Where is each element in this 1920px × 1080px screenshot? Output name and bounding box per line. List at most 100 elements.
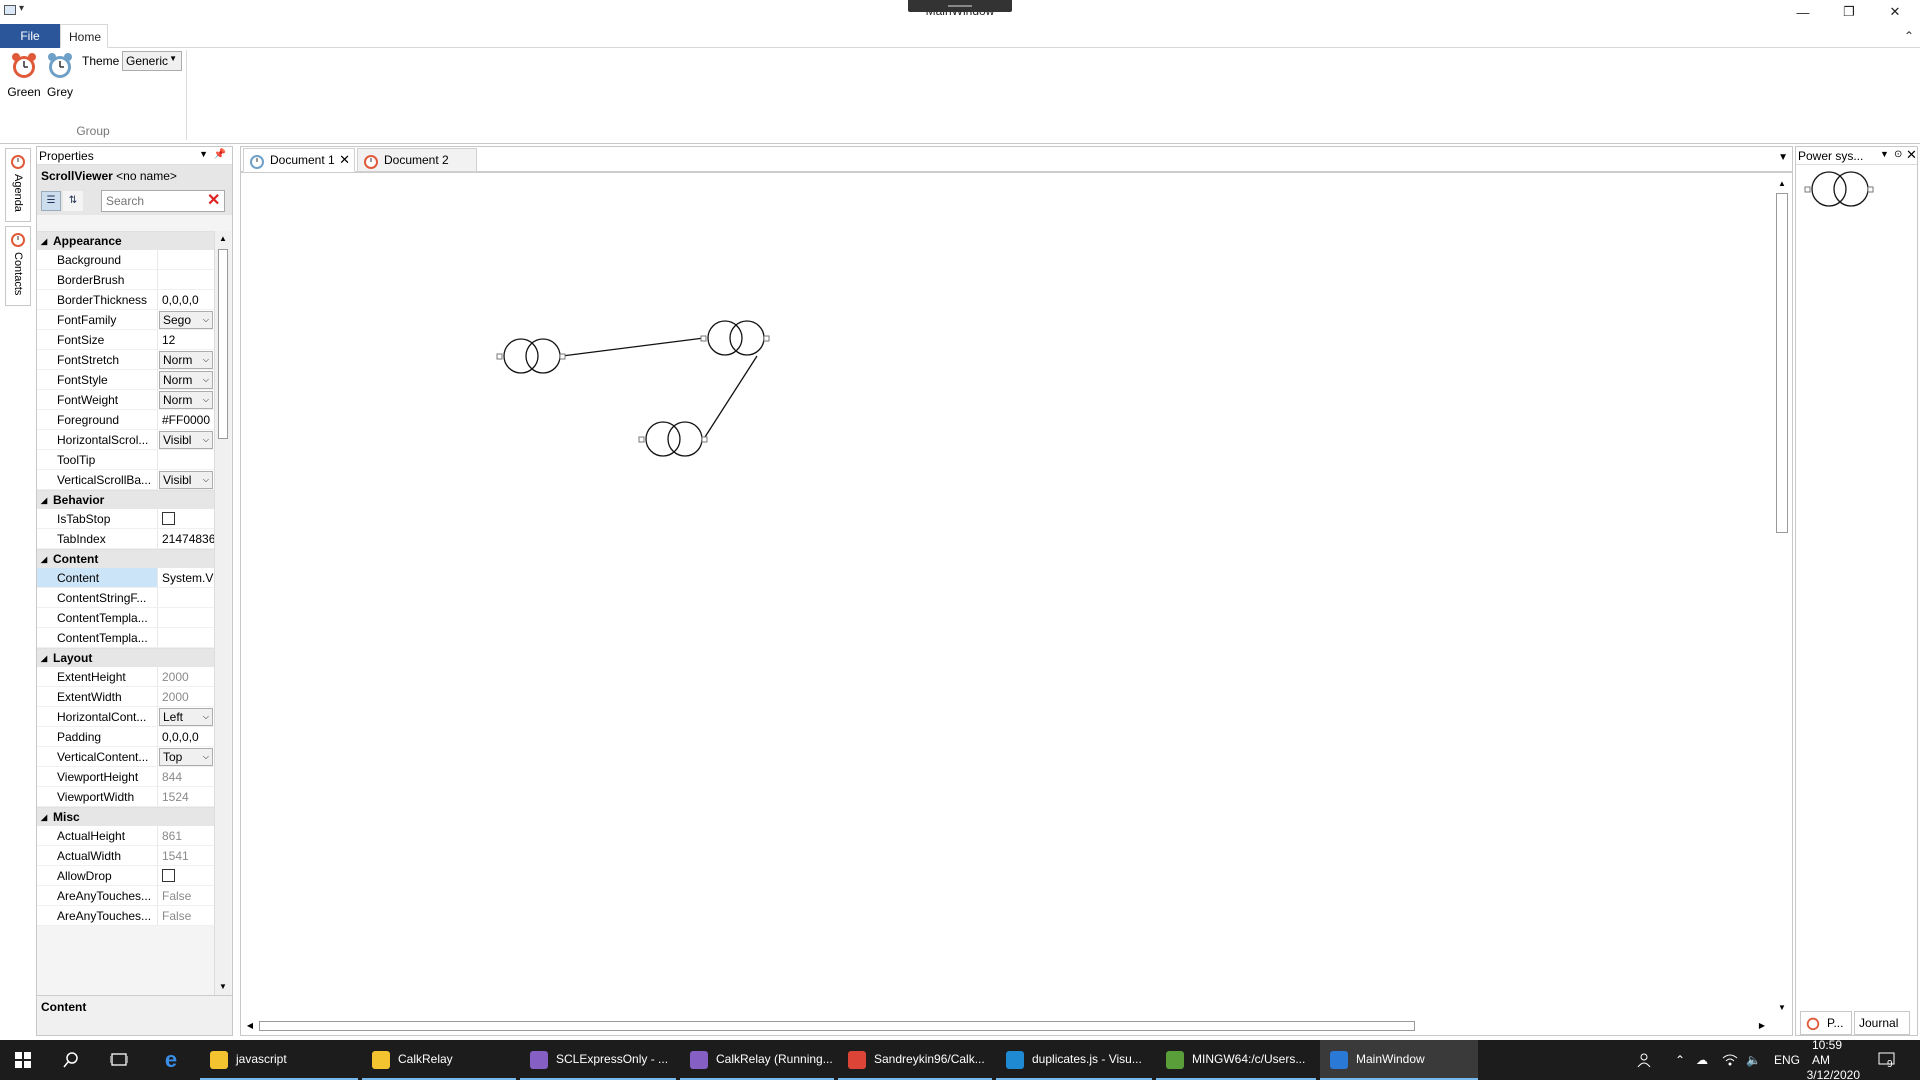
sort-alphabetical-icon[interactable]: ⇅ [63,191,83,211]
property-value[interactable] [157,588,214,607]
property-checkbox[interactable] [162,512,175,525]
property-value-dropdown[interactable]: Norm [159,391,213,409]
transformer-symbol[interactable] [496,338,566,374]
chevron-up-icon[interactable]: ⌃ [1675,1040,1685,1080]
property-value[interactable] [157,628,214,647]
onedrive-icon[interactable]: ☁ [1696,1040,1708,1080]
scroll-down-icon[interactable]: ▼ [1775,1001,1789,1015]
property-value-cell[interactable]: Visibl [157,430,214,449]
property-row[interactable]: IsTabStop [37,509,214,529]
property-row[interactable]: ExtentHeight 2000 [37,667,214,687]
task-view-icon[interactable] [96,1040,142,1080]
edge-browser-icon[interactable]: e [148,1040,194,1080]
property-value-cell[interactable]: Top [157,747,214,766]
property-value-dropdown[interactable]: Visibl [159,471,213,489]
taskbar-app[interactable]: javascript [200,1040,358,1080]
property-value[interactable]: #FF0000 [157,410,214,429]
property-value[interactable]: System.V [157,568,214,587]
categorize-icon[interactable]: ☰ [41,191,61,211]
language-indicator[interactable]: ENG [1774,1040,1800,1080]
property-row[interactable]: AllowDrop [37,866,214,886]
property-row[interactable]: ToolTip [37,450,214,470]
ribbon-collapse-icon[interactable]: ⌃ [1904,29,1914,43]
property-row[interactable]: AreAnyTouches... False [37,906,214,926]
search-icon[interactable] [48,1040,94,1080]
property-value-dropdown[interactable]: Top [159,748,213,766]
taskbar-app[interactable]: MainWindow [1320,1040,1478,1080]
chevron-down-icon[interactable]: ▼ [1880,149,1889,159]
document-horizontal-scrollbar[interactable]: ◀ ▶ [241,1017,1771,1035]
property-category[interactable]: ◢ Content [37,549,214,568]
connection-port[interactable] [496,353,503,360]
property-value-cell[interactable]: Norm [157,370,214,389]
property-row[interactable]: ActualHeight 861 [37,826,214,846]
property-row[interactable]: ViewportWidth 1524 [37,787,214,807]
tab-document-2[interactable]: Document 2 [357,148,477,172]
property-row[interactable]: FontSize 12 [37,330,214,350]
property-row[interactable]: FontWeight Norm [37,390,214,410]
taskbar-app[interactable]: Sandreykin96/Calk... [838,1040,992,1080]
tab-document-1[interactable]: Document 1 ✕ [243,148,355,172]
property-value-cell[interactable]: Visibl [157,470,214,489]
property-row[interactable]: ContentTempla... [37,628,214,648]
property-row[interactable]: FontStyle Norm [37,370,214,390]
property-value[interactable] [157,608,214,627]
scroll-thumb[interactable] [218,249,228,439]
property-value-cell[interactable]: Sego [157,310,214,329]
taskbar-app[interactable]: duplicates.js - Visu... [996,1040,1152,1080]
property-value-cell[interactable]: Norm [157,390,214,409]
property-row[interactable]: FontFamily Sego [37,310,214,330]
property-row[interactable]: HorizontalCont... Left [37,707,214,727]
notifications-icon[interactable]: 9 [1878,1040,1895,1080]
restore-button[interactable]: ❐ [1826,0,1872,24]
property-grid-scrollbar[interactable]: ▲ ▼ [214,231,231,995]
close-button[interactable]: ✕ [1872,0,1918,24]
snap-drag-handle[interactable] [908,0,1012,12]
property-value[interactable]: 0,0,0,0 [157,727,214,746]
property-row[interactable]: VerticalContent... Top [37,747,214,767]
property-value-dropdown[interactable]: Visibl [159,431,213,449]
property-row[interactable]: HorizontalScrol... Visibl [37,430,214,450]
property-value[interactable] [157,450,214,469]
connection-port[interactable] [638,436,645,443]
property-row[interactable]: AreAnyTouches... False [37,886,214,906]
diagram-canvas[interactable] [241,175,1766,1019]
property-row[interactable]: ContentTempla... [37,608,214,628]
property-row[interactable]: FontStretch Norm [37,350,214,370]
clock[interactable]: 10:59 AM 3/12/2020 [1807,1038,1860,1080]
pin-icon[interactable]: ⊙ [1894,149,1902,160]
connection-line[interactable] [561,337,705,357]
windows-start-icon[interactable] [0,1040,46,1080]
property-value-dropdown[interactable]: Norm [159,371,213,389]
wifi-icon[interactable] [1722,1040,1738,1080]
property-value-dropdown[interactable]: Norm [159,351,213,369]
scroll-thumb[interactable] [259,1021,1415,1031]
connection-port[interactable] [700,335,707,342]
green-theme-button[interactable]: Green [6,52,42,99]
scroll-thumb[interactable] [1776,193,1788,533]
taskbar-app[interactable]: CalkRelay [362,1040,516,1080]
property-value[interactable] [157,250,214,269]
grey-theme-button[interactable]: Grey [42,52,78,99]
property-row[interactable]: Padding 0,0,0,0 [37,727,214,747]
property-category[interactable]: ◢ Misc [37,807,214,826]
property-category[interactable]: ◢ Layout [37,648,214,667]
clear-search-icon[interactable]: ✕ [207,191,220,211]
side-tab-contacts[interactable]: Contacts [5,226,31,306]
ribbon-tab-file[interactable]: File [0,24,60,48]
property-row[interactable]: VerticalScrollBa... Visibl [37,470,214,490]
connection-line[interactable] [704,355,758,438]
scroll-right-icon[interactable]: ▶ [1755,1019,1769,1033]
transformer-toolbox-item[interactable] [1802,169,1882,209]
collapse-triangle-icon[interactable]: ◢ [41,808,47,827]
property-category[interactable]: ◢ Behavior [37,490,214,509]
side-tab-agenda[interactable]: Agenda [5,148,31,222]
property-row[interactable]: BorderThickness 0,0,0,0 [37,290,214,310]
property-value-cell[interactable] [157,509,214,528]
taskbar-app[interactable]: CalkRelay (Running... [680,1040,834,1080]
connection-port[interactable] [559,353,566,360]
property-row[interactable]: Background [37,250,214,270]
scroll-left-icon[interactable]: ◀ [243,1019,257,1033]
pin-icon[interactable]: 📌 [214,149,226,160]
collapse-triangle-icon[interactable]: ◢ [41,550,47,569]
